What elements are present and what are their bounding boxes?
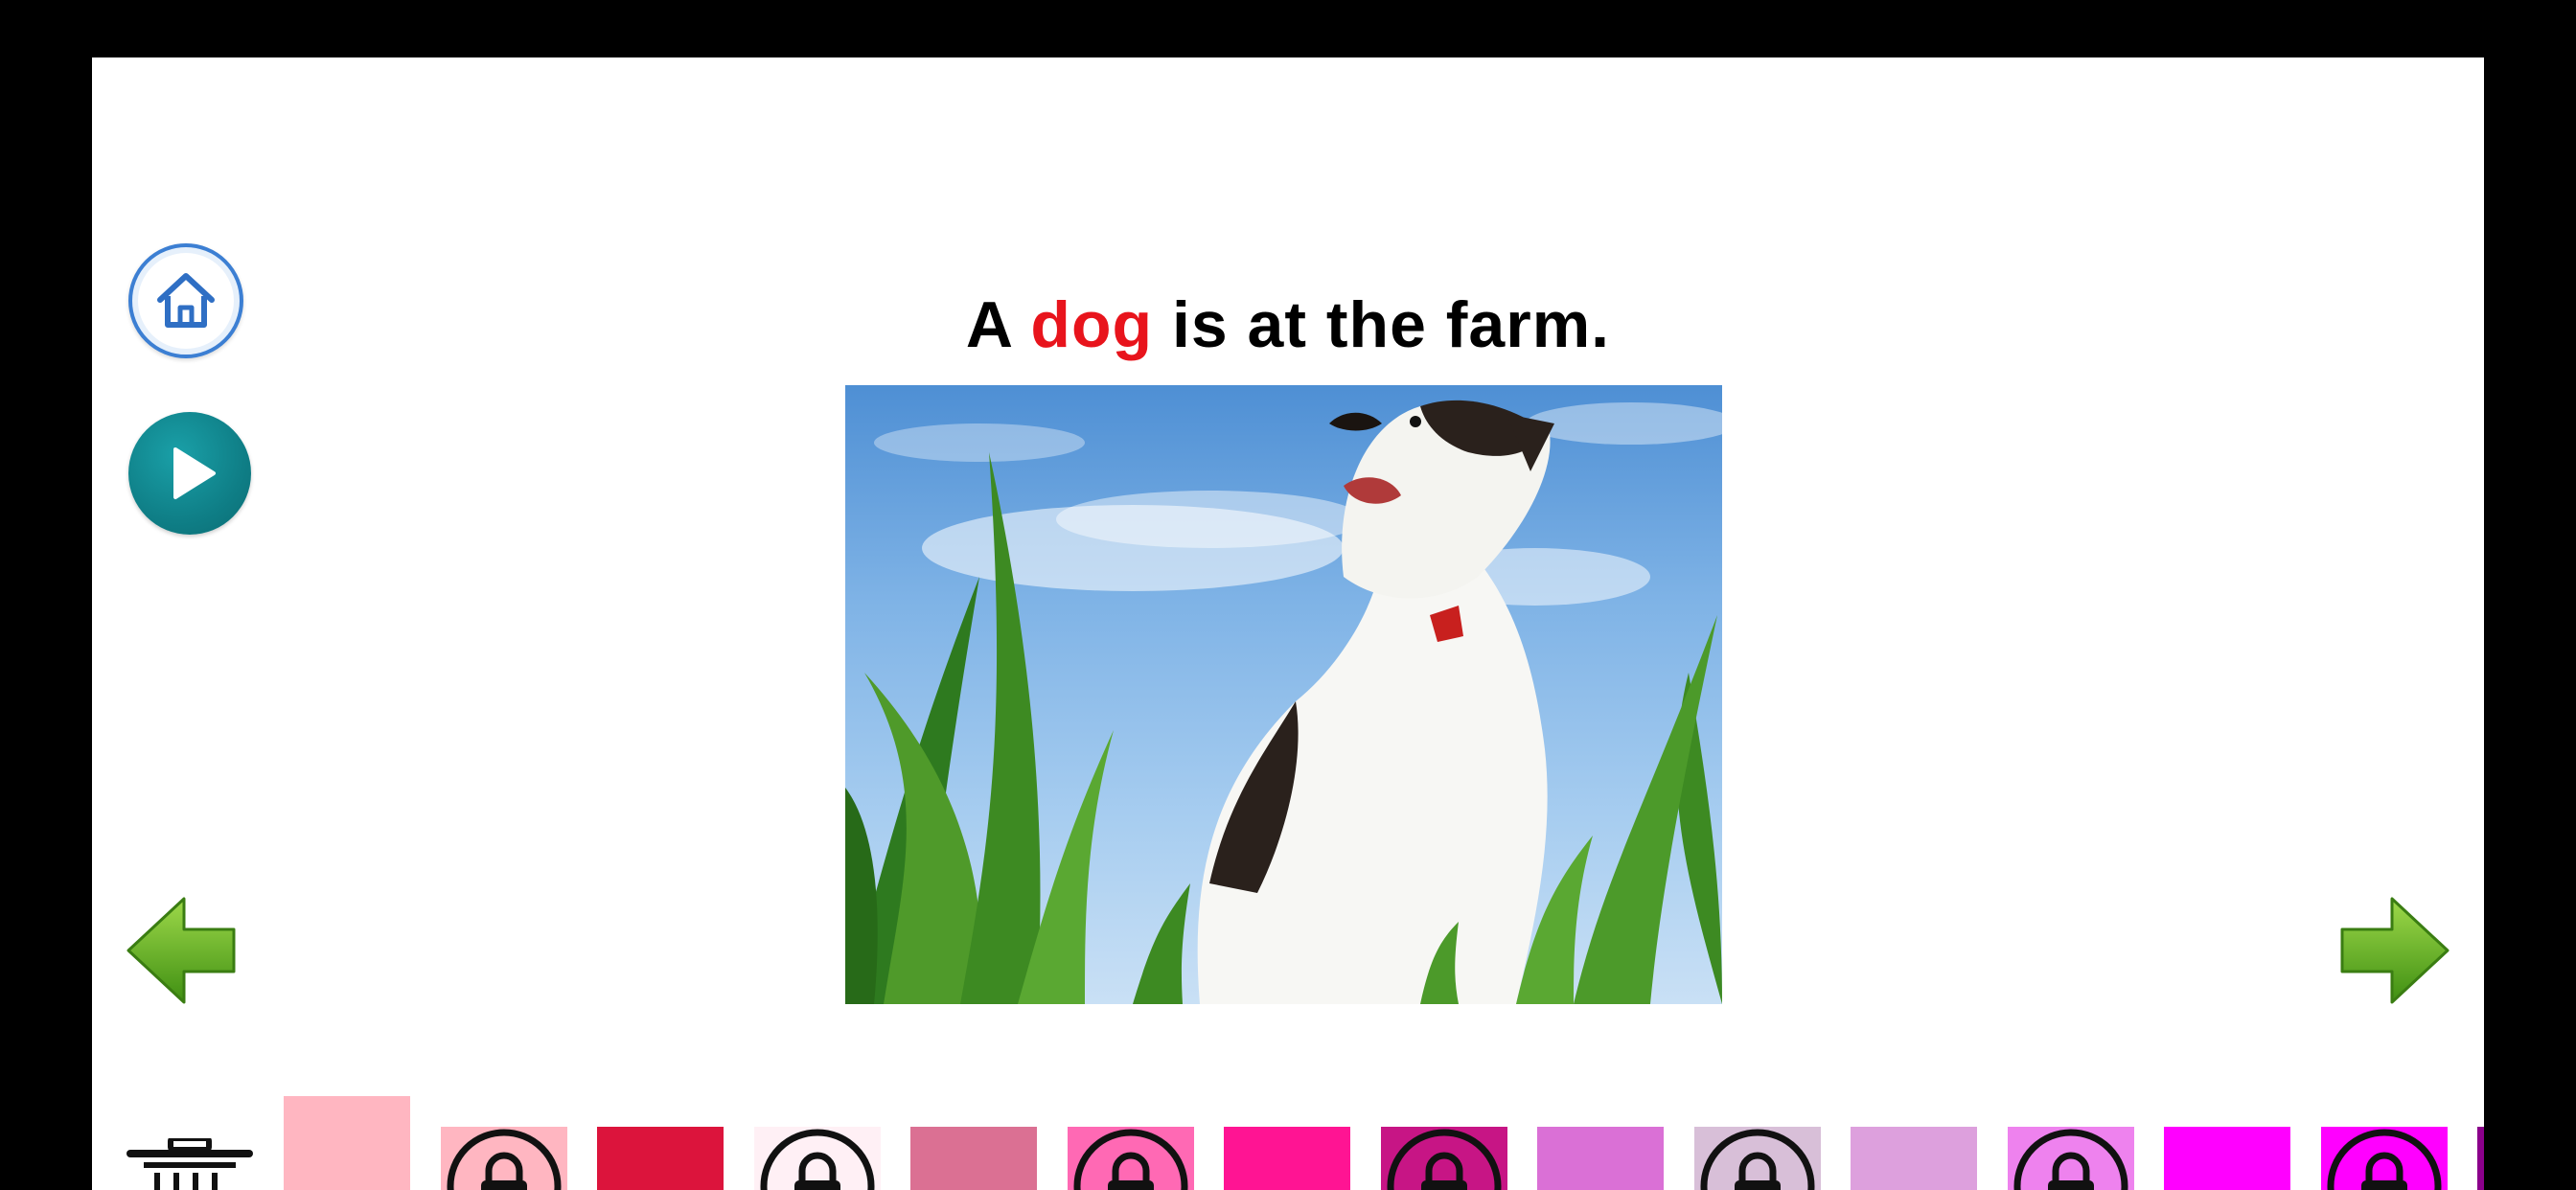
next-page-button[interactable] (2338, 893, 2451, 1008)
play-icon (173, 447, 216, 499)
color-swatch[interactable] (597, 1127, 724, 1190)
sentence-keyword[interactable]: dog (1030, 288, 1153, 361)
color-swatch[interactable] (284, 1096, 410, 1190)
lock-icon (2013, 1129, 2128, 1190)
color-swatch[interactable] (1067, 1127, 1194, 1190)
color-swatch[interactable] (910, 1127, 1037, 1190)
color-swatch[interactable] (2320, 1127, 2448, 1190)
color-swatch[interactable] (2007, 1127, 2134, 1190)
lock-icon (760, 1129, 874, 1190)
color-swatch[interactable] (1851, 1127, 1977, 1190)
color-swatch[interactable] (753, 1127, 881, 1190)
sentence-start: A (965, 288, 1012, 361)
lock-icon (2327, 1129, 2441, 1190)
color-swatch[interactable] (1537, 1127, 1664, 1190)
color-swatch[interactable] (1224, 1127, 1350, 1190)
sentence-end: is at the farm. (1171, 288, 1611, 361)
lock-icon (1700, 1129, 1814, 1190)
lock-icon (1073, 1129, 1187, 1190)
dog-illustration (845, 400, 1722, 1004)
color-palette (92, 1039, 2484, 1190)
color-swatch[interactable] (2164, 1127, 2290, 1190)
color-swatch[interactable] (440, 1127, 567, 1190)
dog-photo (845, 385, 1722, 1004)
green-right-arrow-icon (2340, 897, 2450, 1004)
lock-icon (1387, 1129, 1501, 1190)
color-swatch[interactable] (1380, 1127, 1507, 1190)
green-left-arrow-icon (126, 897, 236, 1004)
app-screen: A dog is at the farm. (92, 57, 2484, 1190)
clear-button[interactable] (126, 1135, 253, 1190)
trash-icon (126, 1135, 253, 1190)
lock-icon (447, 1129, 561, 1190)
play-audio-button[interactable] (128, 412, 251, 535)
sentence-text: A dog is at the farm. (92, 287, 2484, 362)
color-swatch[interactable] (2477, 1127, 2484, 1190)
color-swatch[interactable] (1693, 1127, 1821, 1190)
previous-page-button[interactable] (125, 893, 238, 1008)
